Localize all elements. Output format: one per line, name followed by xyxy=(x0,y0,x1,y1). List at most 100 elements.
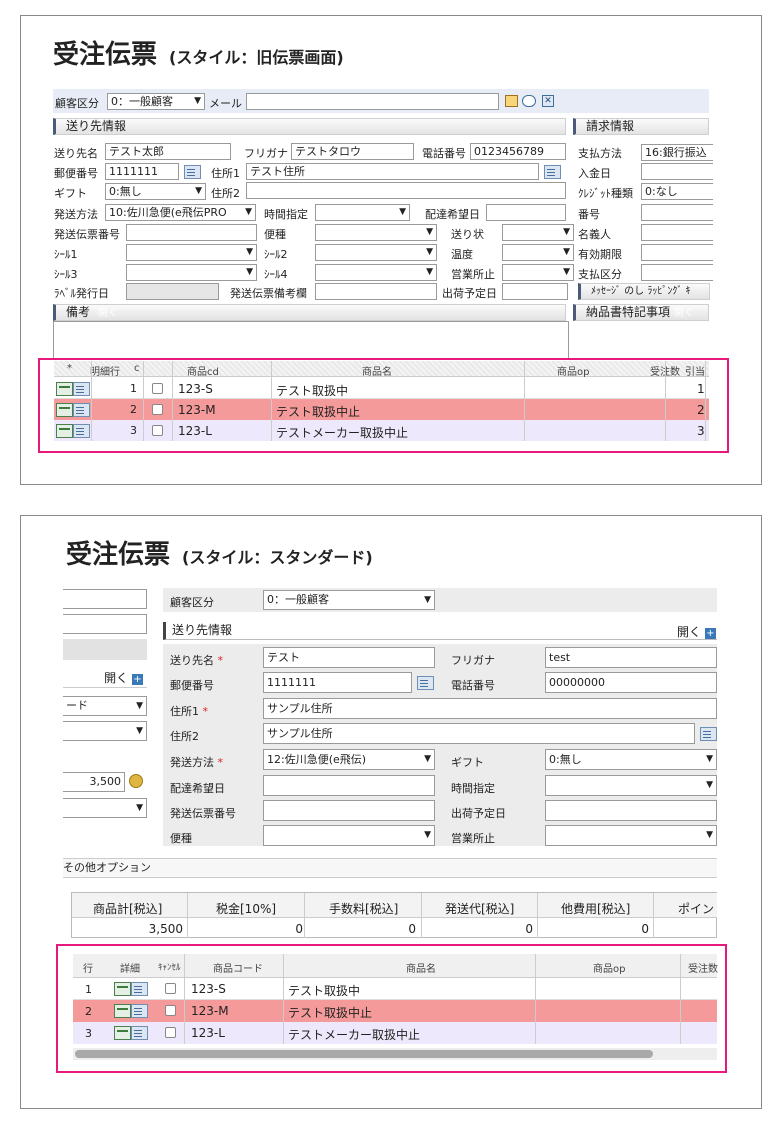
slip-no-input[interactable] xyxy=(263,800,435,821)
ship-name-label: 送り先名 * xyxy=(170,654,223,667)
time-select[interactable]: ▼ xyxy=(545,775,717,796)
coin-icon[interactable] xyxy=(129,774,143,788)
flight-label: 便種 xyxy=(264,228,286,241)
ship-name-input[interactable]: テスト xyxy=(263,647,435,668)
mail-edit-icon[interactable] xyxy=(505,95,518,107)
holder-label: 名義人 xyxy=(578,228,611,241)
time-select[interactable]: ▼ xyxy=(315,204,410,221)
gift-select[interactable]: 0:無し ▼ xyxy=(105,183,206,200)
expiry-input[interactable] xyxy=(641,244,713,261)
mail-input[interactable] xyxy=(246,93,499,110)
kana-label: フリガナ xyxy=(244,147,288,160)
slip-no-label: 発送伝票番号 xyxy=(170,807,236,820)
ship-date-input[interactable] xyxy=(545,800,717,821)
holder-input[interactable] xyxy=(641,224,713,241)
notes-textarea[interactable] xyxy=(53,321,569,359)
ship-method-select[interactable]: 10:佐川急便(e飛伝PRO ▼ xyxy=(105,204,256,221)
standard-style-panel: 受注伝票 (スタイル：スタンダード) 開く + ード ▼ ▼ 3,500 ▼ 顧客区… xyxy=(20,515,762,1109)
deposit-input[interactable] xyxy=(641,163,713,180)
gift-select[interactable]: 0:無し ▼ xyxy=(545,749,717,770)
left-field-2[interactable] xyxy=(63,614,147,634)
label-date-label: ﾗﾍﾞﾙ発行日 xyxy=(54,287,109,300)
seal3-select[interactable]: ▼ xyxy=(126,264,257,281)
ship-date-label: 出荷予定日 xyxy=(442,287,497,300)
seal2-select[interactable]: ▼ xyxy=(315,244,437,261)
office-label: 営業所止 xyxy=(451,832,495,845)
phone-input[interactable]: 0123456789 xyxy=(470,143,566,160)
zip-lookup-icon[interactable] xyxy=(417,676,434,690)
paytype-label: 支払区分 xyxy=(578,268,622,281)
left-field-1[interactable] xyxy=(63,589,147,609)
slip-no-label: 発送伝票番号 xyxy=(54,228,120,241)
plus-icon[interactable]: + xyxy=(132,674,143,685)
bill-section-header: 請求情報 xyxy=(573,118,709,135)
addr1-lookup-icon[interactable] xyxy=(544,165,561,179)
seal1-select[interactable]: ▼ xyxy=(126,244,257,261)
message-tab-header[interactable]: ﾒｯｾｰｼﾞ のし ﾗｯﾋﾟﾝｸﾞ ｷ xyxy=(578,283,710,300)
left-select-2[interactable]: ▼ xyxy=(63,721,147,741)
kana-input[interactable]: テストタロウ xyxy=(291,143,414,160)
addr1-input[interactable]: サンプル住所 xyxy=(263,698,717,719)
kana-input[interactable]: test xyxy=(545,647,717,668)
phone-label: 電話番号 xyxy=(422,147,466,160)
ship-method-select[interactable]: 12:佐川急便(e飛伝) ▼ xyxy=(263,749,435,770)
seal4-select[interactable]: ▼ xyxy=(315,264,437,281)
ship-date-input[interactable] xyxy=(502,283,568,300)
summary-value: 0 xyxy=(525,922,533,936)
invoice-label: 送り状 xyxy=(451,228,484,241)
other-options-bar[interactable]: その他オプション xyxy=(63,858,717,878)
summary-header: 発送代[税込] xyxy=(445,902,515,916)
mail-close-icon[interactable]: ✕ xyxy=(542,95,554,107)
zip-input[interactable]: 1111111 xyxy=(105,163,179,180)
summary-header: 他費用[税込] xyxy=(561,902,631,916)
customer-type-select[interactable]: 0：一般顧客 ▼ xyxy=(107,93,205,110)
left-select-1[interactable]: ード ▼ xyxy=(63,696,147,716)
delivery-date-input[interactable] xyxy=(263,775,435,796)
customer-type-label: 顧客区分 xyxy=(55,97,99,110)
slip-no-input[interactable] xyxy=(126,224,257,241)
left-amount-input[interactable]: 3,500 xyxy=(63,772,125,792)
paytype-input[interactable] xyxy=(641,264,713,281)
phone-input[interactable]: 00000000 xyxy=(545,672,717,693)
addr1-input[interactable]: テスト住所 xyxy=(246,163,539,180)
page-subtitle: (スタイル：スタンダード) xyxy=(182,548,373,567)
col-divider xyxy=(304,893,305,938)
ship-name-input[interactable]: テスト太郎 xyxy=(105,143,231,160)
customer-type-select[interactable]: 0：一般顧客 ▼ xyxy=(263,590,435,610)
zip-input[interactable]: 1111111 xyxy=(263,672,412,693)
ship-method-label: 発送方法 * xyxy=(170,756,223,769)
addr2-lookup-icon[interactable] xyxy=(700,727,717,741)
invoice-select[interactable]: ▼ xyxy=(502,224,574,241)
left-open-header[interactable]: 開く + xyxy=(63,668,147,688)
notes-section-header[interactable]: 備考 開く xyxy=(53,304,566,321)
payment-select[interactable]: 16:銀行振込 xyxy=(641,144,713,161)
flight-select[interactable]: ▼ xyxy=(315,224,437,241)
notes-open-toggle[interactable]: 開く xyxy=(98,308,118,319)
ship-name-label: 送り先名 xyxy=(54,147,98,160)
temp-select[interactable]: ▼ xyxy=(502,244,574,261)
gift-label: ギフト xyxy=(54,187,87,200)
flight-select[interactable]: ▼ xyxy=(263,825,435,846)
ship-section-header: 送り先情報 xyxy=(53,118,566,135)
number-input[interactable] xyxy=(641,204,713,221)
addr2-input[interactable]: サンプル住所 xyxy=(263,723,695,744)
office-select[interactable]: ▼ xyxy=(502,264,574,281)
left-select-3[interactable]: ▼ xyxy=(63,798,147,818)
delivery-note-header[interactable]: 納品書特記事項 開く xyxy=(573,304,709,321)
addr2-input[interactable] xyxy=(246,182,566,199)
credit-label: ｸﾚｼﾞｯﾄ種類 xyxy=(578,187,633,200)
temp-label: 温度 xyxy=(451,248,473,261)
delivery-date-input[interactable] xyxy=(486,204,566,221)
mail-chat-icon[interactable] xyxy=(522,95,536,107)
slip-note-input[interactable] xyxy=(315,283,437,300)
phone-label: 電話番号 xyxy=(451,679,495,692)
credit-select[interactable]: 0:なし xyxy=(641,183,713,200)
office-select[interactable]: ▼ xyxy=(545,825,717,846)
zip-label: 郵便番号 xyxy=(54,167,98,180)
ship-open-toggle[interactable]: 開く + xyxy=(677,623,716,640)
time-label: 時間指定 xyxy=(451,782,495,795)
plus-icon[interactable]: + xyxy=(704,628,716,639)
office-label: 営業所止 xyxy=(451,268,495,281)
customer-bar xyxy=(163,588,717,612)
zip-lookup-icon[interactable] xyxy=(184,165,201,179)
